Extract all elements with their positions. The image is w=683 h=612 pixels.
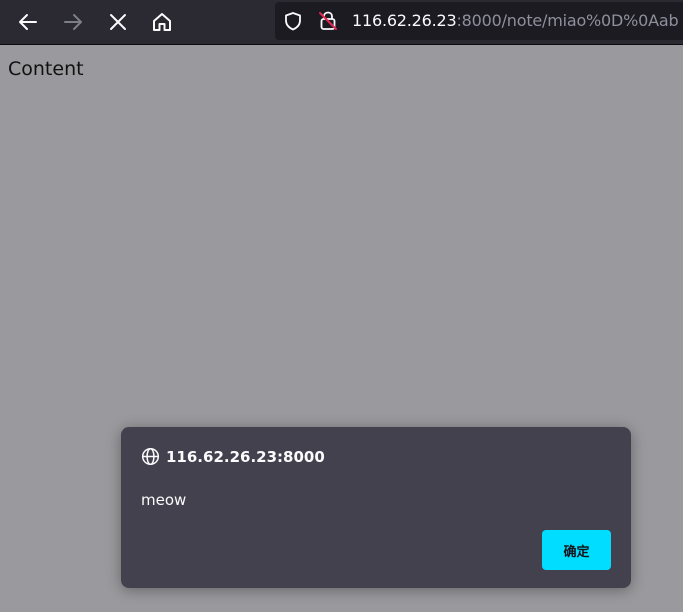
back-arrow-icon (19, 14, 37, 30)
home-icon (153, 13, 171, 31)
forward-button[interactable] (57, 6, 89, 38)
dialog-origin-text: 116.62.26.23:8000 (166, 447, 325, 466)
url-host: 116.62.26.23 (352, 11, 457, 30)
stop-button[interactable] (102, 6, 134, 38)
close-icon (110, 14, 126, 30)
back-button[interactable] (12, 6, 44, 38)
browser-toolbar: 116.62.26.23:8000/note/miao%0D%0Aab (0, 0, 683, 45)
ok-button[interactable]: 确定 (542, 530, 611, 570)
address-url[interactable]: 116.62.26.23:8000/note/miao%0D%0Aab (352, 11, 679, 30)
globe-icon (141, 447, 160, 466)
home-button[interactable] (146, 6, 178, 38)
shield-icon[interactable] (283, 11, 303, 31)
dialog-message: meow (141, 491, 187, 509)
dialog-origin: 116.62.26.23:8000 (141, 447, 325, 466)
forward-arrow-icon (64, 14, 82, 30)
insecure-lock-icon[interactable] (317, 10, 339, 32)
url-path: :8000/note/miao%0D%0Aab (456, 11, 679, 30)
page-content-text: Content (8, 58, 84, 80)
alert-dialog: 116.62.26.23:8000 meow 确定 (121, 427, 631, 588)
address-bar[interactable]: 116.62.26.23:8000/note/miao%0D%0Aab (275, 2, 683, 40)
